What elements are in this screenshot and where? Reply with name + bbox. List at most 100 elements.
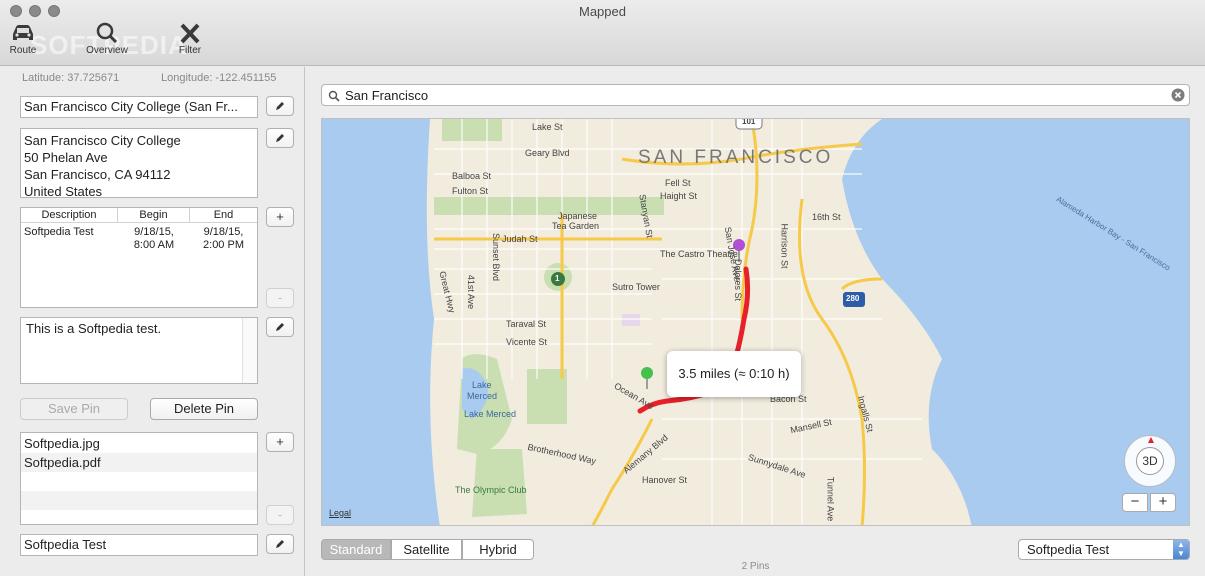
edit-address-button[interactable] — [266, 128, 294, 148]
highway-shield-label: 101 — [742, 118, 756, 126]
chevron-updown-icon: ▲ ▼ — [1173, 540, 1189, 559]
pin-details-sidebar: Latitude: 37.725671 Longitude: -122.4511… — [0, 67, 305, 576]
address-line: United States — [24, 184, 103, 199]
edit-group-button[interactable] — [266, 534, 294, 554]
pencil-icon — [276, 540, 284, 548]
edit-notes-button[interactable] — [266, 317, 294, 337]
group-select[interactable]: Softpedia Test ▲ ▼ — [1018, 539, 1190, 560]
route-button[interactable]: Route — [0, 22, 48, 56]
latitude-readout: Latitude: 37.725671 — [22, 72, 120, 84]
map-type-satellite[interactable]: Satellite — [391, 539, 462, 560]
map-label: Lake Merced — [464, 409, 517, 419]
map-label: Sunset Blvd — [491, 232, 502, 282]
north-indicator-icon — [1148, 437, 1154, 443]
map-label: Sutro Tower — [612, 282, 660, 292]
3d-button[interactable]: 3D — [1136, 447, 1164, 475]
group-name-field[interactable]: Softpedia Test — [20, 534, 258, 556]
group-name-value: Softpedia Test — [24, 537, 107, 552]
map-label: The Olympic Club — [455, 485, 527, 495]
map-label: Dolores St — [733, 258, 744, 302]
group-select-value: Softpedia Test — [1027, 542, 1110, 557]
map-label: Taraval St — [506, 319, 547, 329]
event-end-date: 9/18/15, — [203, 226, 244, 238]
map-label: Vicente St — [506, 337, 547, 347]
map-label: Judah St — [502, 234, 538, 244]
route-distance-callout[interactable]: 3.5 miles (≈ 0:10 h) — [667, 351, 801, 397]
map-label: Fulton St — [452, 186, 489, 196]
address-line: San Francisco City College — [24, 133, 181, 148]
map-label: Lake St — [532, 122, 563, 132]
highway-shield-label: 1 — [555, 274, 560, 283]
magnifier-icon — [96, 22, 118, 44]
column-header-description[interactable]: Description — [21, 208, 118, 222]
map-label: Merced — [467, 391, 498, 401]
list-item[interactable]: Softpedia.jpg — [21, 434, 257, 453]
filter-label: Filter — [178, 45, 202, 56]
legal-link[interactable]: Legal — [329, 508, 351, 518]
compass-control[interactable]: 3D — [1124, 435, 1176, 487]
remove-event-button[interactable]: - — [266, 288, 294, 308]
clear-search-icon[interactable] — [1171, 88, 1185, 102]
map-label: 16th St — [812, 212, 841, 222]
event-begin-time: 8:00 AM — [133, 239, 175, 251]
map-label: Tea Garden — [552, 221, 600, 231]
map-pane: San Francisco SAN FRANCISCO Lake St Gear… — [306, 67, 1205, 576]
map-label: Tunnel Ave — [825, 476, 836, 522]
column-header-end[interactable]: End — [190, 208, 257, 222]
event-description: Softpedia Test — [24, 226, 94, 238]
list-item[interactable]: Softpedia.pdf — [21, 453, 257, 472]
address-line: 50 Phelan Ave — [24, 150, 108, 165]
notes-value: This is a Softpedia test. — [26, 321, 162, 336]
pencil-icon — [276, 102, 284, 110]
remove-file-button[interactable]: - — [266, 505, 294, 525]
search-value: San Francisco — [345, 88, 429, 103]
map-label: 41st Ave — [466, 274, 477, 310]
notes-scrollbar[interactable] — [242, 318, 257, 383]
search-icon — [328, 90, 340, 102]
window-title: Mapped — [579, 4, 626, 19]
address-line: San Francisco, CA 94112 — [24, 167, 171, 182]
pencil-icon — [276, 134, 284, 142]
route-label: Route — [9, 45, 37, 56]
pin-title-field[interactable]: San Francisco City College (San Fr... — [20, 96, 258, 118]
highway-shield-label: 280 — [846, 294, 860, 303]
search-field[interactable]: San Francisco — [321, 84, 1190, 106]
notes-field[interactable]: This is a Softpedia test. — [20, 317, 258, 384]
map-label: Geary Blvd — [525, 148, 570, 158]
overview-label: Overview — [86, 45, 128, 56]
pin-title-value: San Francisco City College (San Fr... — [24, 99, 238, 114]
event-end-time: 2:00 PM — [203, 239, 244, 251]
map-label: Hanover St — [642, 475, 688, 485]
add-file-button[interactable]: + — [266, 432, 294, 452]
map-view[interactable]: SAN FRANCISCO Lake St Geary Blvd Balboa … — [321, 118, 1190, 526]
pencil-icon — [276, 323, 284, 331]
address-field[interactable]: San Francisco City College 50 Phelan Ave… — [20, 128, 258, 199]
map-label: Lake — [472, 380, 492, 390]
city-label: SAN FRANCISCO — [638, 147, 834, 168]
longitude-readout: Longitude: -122.451155 — [161, 72, 277, 84]
delete-pin-button[interactable]: Delete Pin — [150, 398, 258, 420]
edit-title-button[interactable] — [266, 96, 294, 116]
car-icon — [13, 25, 33, 40]
save-pin-button[interactable]: Save Pin — [20, 398, 128, 420]
title-bar: Mapped SOFTPEDIA Route Overview Filter — [0, 0, 1205, 66]
map-type-hybrid[interactable]: Hybrid — [462, 539, 534, 560]
events-table[interactable]: Description Begin End Softpedia Test 9/1… — [20, 207, 258, 308]
zoom-out-button[interactable]: − — [1122, 493, 1148, 512]
filter-button[interactable]: Filter — [165, 22, 215, 56]
zoom-in-button[interactable]: + — [1150, 493, 1176, 512]
column-header-begin[interactable]: Begin — [118, 208, 190, 222]
attachments-list[interactable]: Softpedia.jpg Softpedia.pdf — [20, 432, 258, 525]
map-type-standard[interactable]: Standard — [321, 539, 391, 560]
map-label: Fell St — [665, 178, 691, 188]
events-table-header: Description Begin End — [21, 208, 257, 223]
map-label: Japanese — [558, 211, 598, 221]
filter-x-icon — [180, 23, 200, 44]
map-label: Haight St — [660, 191, 698, 201]
table-row[interactable]: Softpedia Test 9/18/15, 8:00 AM 9/18/15,… — [21, 223, 257, 252]
add-event-button[interactable]: + — [266, 207, 294, 227]
overview-button[interactable]: Overview — [82, 22, 132, 56]
pin-count: 2 Pins — [741, 561, 770, 572]
event-begin-date: 9/18/15, — [134, 226, 174, 238]
map-label: Balboa St — [452, 171, 492, 181]
